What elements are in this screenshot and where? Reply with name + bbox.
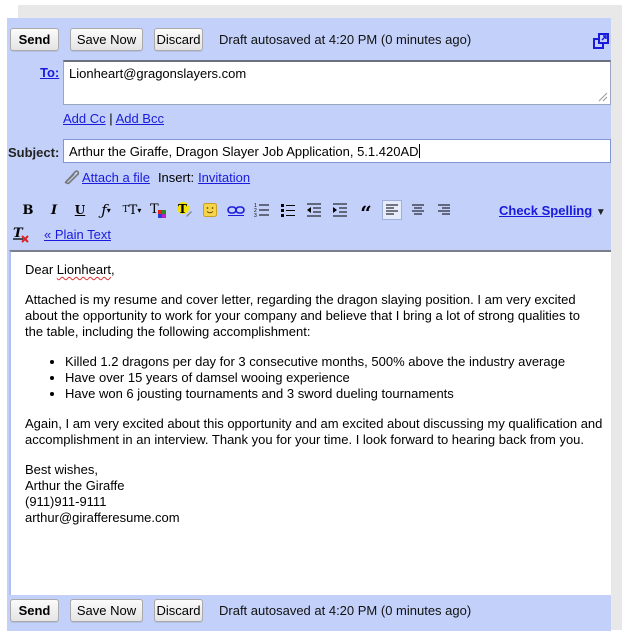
- list-item: Have over 15 years of damsel wooing expe…: [65, 370, 611, 386]
- signature-line: Best wishes,: [25, 462, 98, 477]
- attach-row: Attach a file Insert: Invitation: [62, 169, 250, 185]
- font-size-icon[interactable]: T T ▾: [122, 200, 142, 220]
- indent-more-icon[interactable]: [330, 200, 350, 220]
- popout-window-icon[interactable]: [593, 33, 609, 49]
- signature-line: arthur@girafferesume.com: [25, 510, 180, 525]
- list-item: Have won 6 jousting tournaments and 3 sw…: [65, 386, 611, 402]
- align-right-icon[interactable]: [434, 200, 454, 220]
- italic-icon[interactable]: I: [44, 200, 64, 220]
- send-button[interactable]: Send: [10, 598, 59, 622]
- invitation-link[interactable]: Invitation: [198, 170, 250, 185]
- check-spelling-link[interactable]: Check Spelling: [499, 203, 592, 218]
- svg-text:3: 3: [254, 213, 257, 218]
- attach-file-link[interactable]: Attach a file: [82, 170, 150, 185]
- signature-line: (911)911-9111: [25, 494, 107, 509]
- greeting-prefix: Dear: [25, 262, 57, 277]
- bottom-action-bar: Send Save Now Discard Draft autosaved at…: [10, 598, 471, 622]
- cc-separator: |: [109, 111, 113, 126]
- misspelled-word[interactable]: Lionheart: [57, 262, 111, 277]
- discard-button[interactable]: Discard: [154, 27, 203, 51]
- paperclip-icon: [62, 169, 80, 185]
- align-center-icon[interactable]: [408, 200, 428, 220]
- signature-line: Arthur the Giraffe: [25, 478, 125, 493]
- discard-button[interactable]: Discard: [154, 598, 203, 622]
- underline-icon[interactable]: U: [70, 200, 90, 220]
- text-color-icon[interactable]: T: [148, 200, 168, 220]
- subject-label: Subject:: [8, 145, 60, 160]
- svg-text:T: T: [178, 202, 187, 216]
- svg-text:T: T: [150, 202, 159, 217]
- top-action-bar: Send Save Now Discard Draft autosaved at…: [10, 27, 471, 51]
- save-now-button[interactable]: Save Now: [70, 27, 143, 51]
- resize-handle-icon[interactable]: [598, 92, 608, 102]
- accomplishments-list: Killed 1.2 dragons per day for 3 consecu…: [25, 354, 611, 402]
- add-cc-link[interactable]: Add Cc: [63, 111, 106, 126]
- message-body-editor[interactable]: Dear Lionheart, Attached is my resume an…: [9, 250, 611, 595]
- autosave-status: Draft autosaved at 4:20 PM (0 minutes ag…: [219, 31, 472, 47]
- save-now-button[interactable]: Save Now: [70, 598, 143, 622]
- to-field[interactable]: Lionheart@gragonslayers.com: [63, 60, 611, 105]
- bulleted-list-icon[interactable]: [278, 200, 298, 220]
- insert-label: Insert:: [157, 169, 195, 185]
- remove-formatting-icon[interactable]: T: [12, 225, 30, 243]
- highlight-color-icon[interactable]: T: [174, 200, 194, 220]
- quote-icon[interactable]: “: [356, 200, 376, 223]
- body-paragraph-2: Again, I am very excited about this oppo…: [25, 416, 603, 447]
- add-bcc-link[interactable]: Add Bcc: [116, 111, 164, 126]
- subject-field[interactable]: Arthur the Giraffe, Dragon Slayer Job Ap…: [63, 139, 611, 163]
- font-icon[interactable]: ƒ ▾: [96, 200, 116, 220]
- body-paragraph-1: Attached is my resume and cover letter, …: [25, 292, 580, 339]
- text-caret: [418, 144, 420, 158]
- greeting-suffix: ,: [111, 262, 115, 277]
- cc-links: Add Cc | Add Bcc: [63, 111, 164, 126]
- to-value: Lionheart@gragonslayers.com: [69, 66, 247, 81]
- toolbar-row-2: T « Plain Text: [12, 225, 111, 243]
- autosave-status: Draft autosaved at 4:20 PM (0 minutes ag…: [219, 602, 472, 618]
- plain-text-link[interactable]: « Plain Text: [44, 227, 111, 242]
- greeting: Dear Lionheart,: [25, 262, 611, 278]
- formatting-toolbar: B I U ƒ ▾ T T ▾ T T 123 “: [18, 200, 460, 223]
- align-left-icon[interactable]: [382, 200, 402, 220]
- emoticon-icon[interactable]: [200, 200, 220, 220]
- link-icon[interactable]: [226, 200, 246, 220]
- indent-less-icon[interactable]: [304, 200, 324, 220]
- send-button[interactable]: Send: [10, 27, 59, 51]
- to-label[interactable]: To:: [40, 65, 59, 80]
- numbered-list-icon[interactable]: 123: [252, 200, 272, 220]
- signature: Best wishes, Arthur the Giraffe (911)911…: [25, 462, 611, 526]
- subject-value: Arthur the Giraffe, Dragon Slayer Job Ap…: [69, 144, 419, 159]
- chevron-down-icon[interactable]: ▼: [596, 207, 606, 218]
- bold-icon[interactable]: B: [18, 200, 38, 220]
- check-spelling-menu[interactable]: Check Spelling ▼: [499, 203, 606, 218]
- list-item: Killed 1.2 dragons per day for 3 consecu…: [65, 354, 611, 370]
